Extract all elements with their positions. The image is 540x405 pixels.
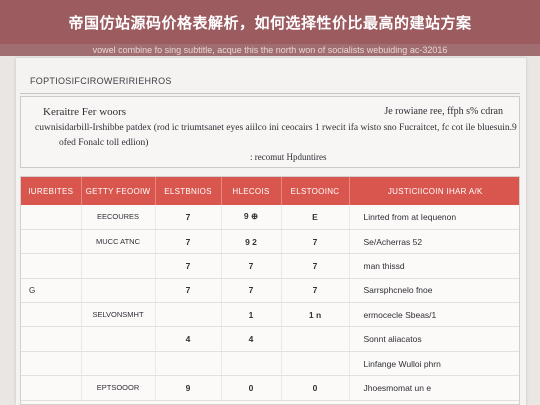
- table-cell: 7: [155, 278, 222, 304]
- table-cell: 1 n: [281, 302, 350, 328]
- table-cell: 0: [281, 375, 350, 401]
- table-cell: [281, 351, 350, 377]
- table-cell: Linfange Wulloi phrn: [349, 351, 519, 377]
- info-note: ofed Fonalc toll edlion): [59, 138, 149, 148]
- table-header-cell: ELSTBNIOS: [155, 177, 222, 205]
- section-header: FOPTIOSIFCIROWERIRIEHROS: [20, 68, 520, 94]
- table-cell: [21, 253, 82, 279]
- price-table-container: IUREBITES GETTY FEOOIW ELSTBNIOS HLECOIS…: [20, 176, 520, 405]
- table-cell: MUCC ATNC: [81, 229, 156, 255]
- table-cell: [21, 326, 82, 352]
- table-header-row: IUREBITES GETTY FEOOIW ELSTBNIOS HLECOIS…: [21, 177, 519, 205]
- table-row: 7 7 7 man thissd: [21, 253, 519, 279]
- section-label: FOPTIOSIFCIROWERIRIEHROS: [30, 76, 172, 86]
- table-cell: EPTSOOOR: [81, 375, 156, 401]
- info-right-line: Je rowiane ree, ffph s% cdran: [384, 106, 503, 117]
- table-cell: [81, 326, 156, 352]
- table-row: 4 4 Sonnt aliacatos: [21, 326, 519, 352]
- table-cell: Sonnt aliacatos: [349, 326, 519, 352]
- page-title-banner: 帝国仿站源码价格表解析，如何选择性价比最高的建站方案: [0, 0, 540, 44]
- table-cell: SELVONSMHT: [81, 302, 156, 328]
- table-cell: 9: [155, 375, 222, 401]
- table-cell: 7: [281, 229, 350, 255]
- table-cell: 7: [281, 253, 350, 279]
- table-row: EECOURES 7 9 ⊕ E Linrted from at Iequenon: [21, 205, 519, 230]
- table-cell: Se/Acherras 52: [349, 229, 519, 255]
- table-cell: 7: [221, 278, 282, 304]
- info-description: cuwnisidarbill-Irshibbe patdex (rod ic t…: [35, 123, 517, 133]
- info-heading: Keraitre Fer woors: [43, 106, 127, 118]
- table-cell: 7: [155, 253, 222, 279]
- table-header-cell: JUSTICIICOIN IHAR A/K: [387, 186, 483, 196]
- document-page: FOPTIOSIFCIROWERIRIEHROS Keraitre Fer wo…: [16, 58, 526, 405]
- table-cell: 4: [155, 326, 222, 352]
- table-row: MUCC ATNC 7 9 2 7 Se/Acherras 52: [21, 229, 519, 255]
- table-cell: 4: [221, 326, 282, 352]
- table-cell: ermocecle Sbeas/1: [349, 302, 519, 328]
- table-header-cell: GETTY FEOOIW: [81, 177, 156, 205]
- table-cell: G: [21, 278, 82, 304]
- table-cell: 9 2: [221, 229, 282, 255]
- table-cell: 7: [155, 229, 222, 255]
- table-header-cell: ELSTOOINC: [281, 177, 350, 205]
- table-cell: Sarrsphcnelo fnoe: [349, 278, 519, 304]
- table-row: G 7 7 7 Sarrsphcnelo fnoe: [21, 278, 519, 304]
- table-cell: [21, 351, 82, 377]
- table-row: SELVONSMHT 1 1 n ermocecle Sbeas/1: [21, 302, 519, 328]
- table-cell: 7: [155, 205, 222, 230]
- table-row: EPTSOOOR 9 0 0 Jhoesmomat un e: [21, 375, 519, 401]
- table-cell: [21, 205, 82, 230]
- table-cell: Linrted from at Iequenon: [349, 205, 519, 230]
- table-cell: 9 ⊕: [221, 205, 282, 230]
- table-cell: [81, 253, 156, 279]
- info-recommend-line: : recomut Hpduntires: [250, 152, 327, 162]
- price-table: IUREBITES GETTY FEOOIW ELSTBNIOS HLECOIS…: [21, 177, 519, 401]
- table-cell: man thissd: [349, 253, 519, 279]
- subtitle-strip: vowel combine fo sing subtitle, acque th…: [0, 44, 540, 56]
- table-cell: [155, 302, 222, 328]
- table-cell: Jhoesmomat un e: [349, 375, 519, 401]
- table-cell: [81, 278, 156, 304]
- table-cell: [21, 375, 82, 401]
- table-cell: [221, 351, 282, 377]
- table-cell: EECOURES: [81, 205, 156, 230]
- table-cell: 7: [281, 278, 350, 304]
- table-header-cell: HLECOIS: [221, 177, 282, 205]
- table-cell: 0: [221, 375, 282, 401]
- table-cell: 1: [221, 302, 282, 328]
- table-header-cell: IUREBITES: [21, 177, 82, 205]
- table-cell: [21, 302, 82, 328]
- table-cell: [281, 326, 350, 352]
- table-cell: [21, 229, 82, 255]
- table-cell: 7: [221, 253, 282, 279]
- page-title: 帝国仿站源码价格表解析，如何选择性价比最高的建站方案: [68, 13, 472, 32]
- table-row: Linfange Wulloi phrn: [21, 351, 519, 377]
- table-cell: E: [281, 205, 350, 230]
- table-cell: [155, 351, 222, 377]
- table-cell: [81, 351, 156, 377]
